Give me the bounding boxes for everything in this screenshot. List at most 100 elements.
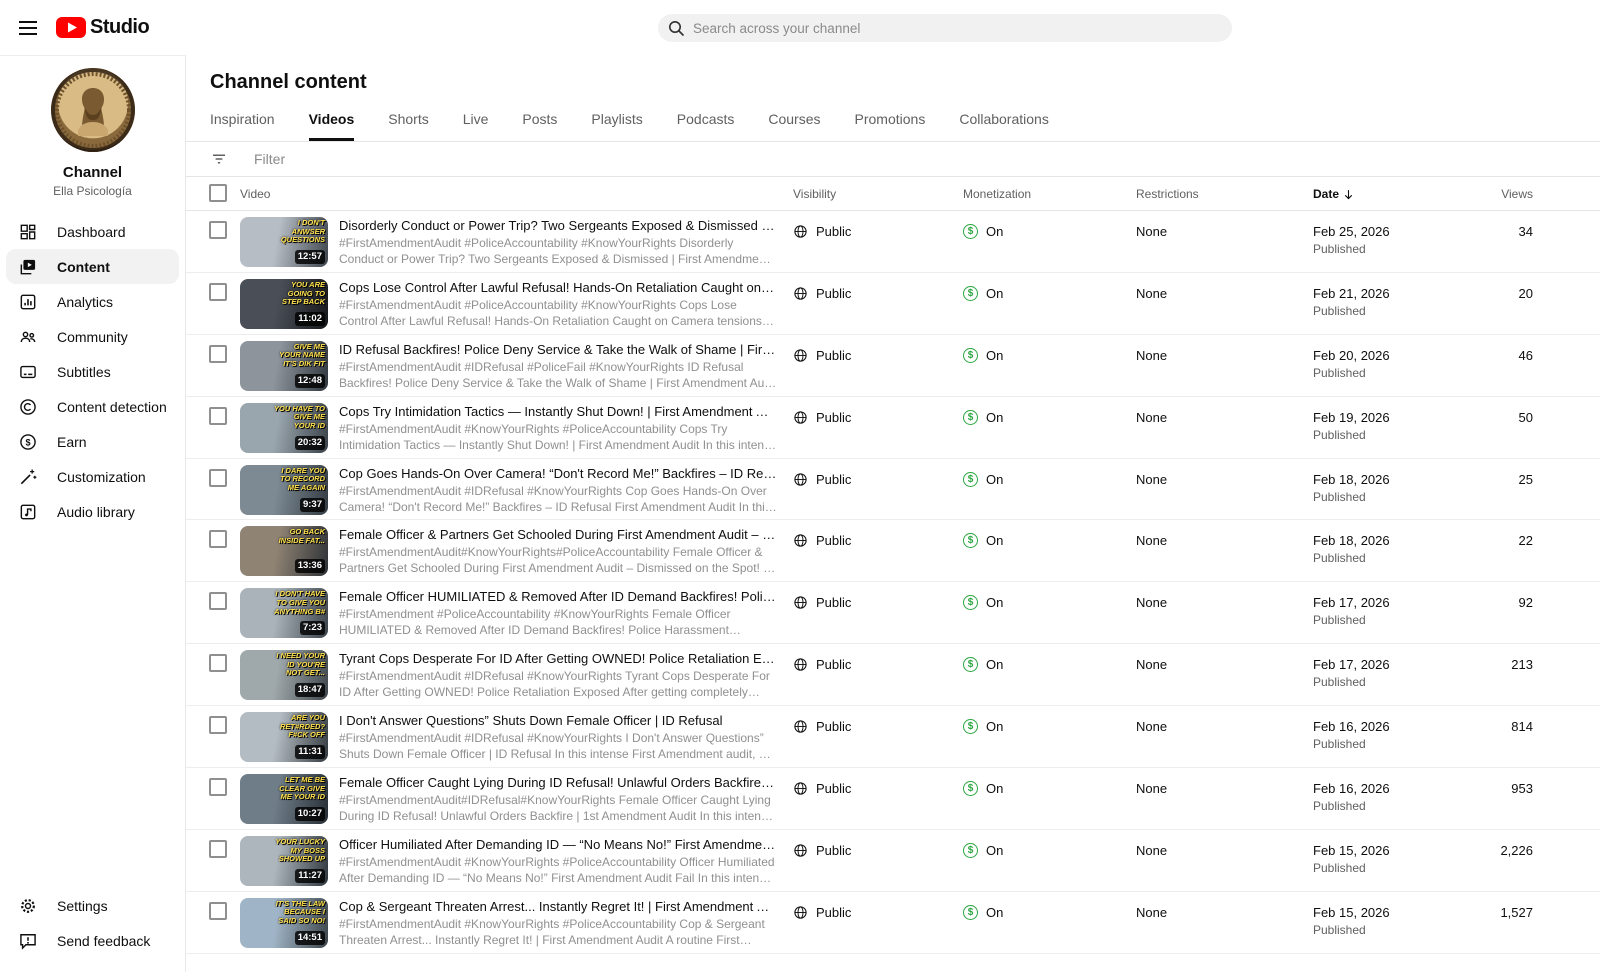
tab-shorts[interactable]: Shorts <box>388 111 428 141</box>
video-thumbnail[interactable]: YOU HAVE TO GIVE ME YOUR ID 20:32 <box>240 402 328 453</box>
video-row[interactable]: GIVE ME YOUR NAME IT'S DIK FIT 12:48 ID … <box>186 335 1600 397</box>
video-thumbnail[interactable]: ARE YOU RET#RDED? F#CK OFF 11:31 <box>240 712 328 763</box>
visibility-cell[interactable]: Public <box>793 224 963 239</box>
video-row[interactable]: I DON'T HAVE TO GIVE YOU ANYTHING B# 7:2… <box>186 582 1600 645</box>
visibility-cell[interactable]: Public <box>793 410 963 425</box>
video-thumbnail[interactable]: I DARE YOU TO RECORD ME AGAIN 9:37 <box>240 464 328 515</box>
monetization-cell[interactable]: $ On <box>963 409 1136 425</box>
monetization-cell[interactable]: $ On <box>963 781 1136 797</box>
row-checkbox[interactable] <box>209 839 227 858</box>
video-title[interactable]: Cop Goes Hands-On Over Camera! “Don't Re… <box>339 466 777 481</box>
video-row[interactable]: GO BACK INSIDE FAT... 13:36 Female Offic… <box>186 520 1600 583</box>
video-thumbnail[interactable]: YOU ARE GOING TO STEP BACK 11:02 <box>240 278 328 329</box>
row-checkbox[interactable] <box>209 530 227 549</box>
visibility-cell[interactable]: Public <box>793 781 963 796</box>
row-checkbox[interactable] <box>209 901 227 920</box>
tab-courses[interactable]: Courses <box>768 111 820 141</box>
row-checkbox[interactable] <box>209 654 227 673</box>
sidebar-item-content-detection[interactable]: Content detection <box>0 389 185 424</box>
row-checkbox[interactable] <box>209 468 227 487</box>
sidebar-item-subtitles[interactable]: Subtitles <box>0 354 185 389</box>
monetization-cell[interactable]: $ On <box>963 719 1136 735</box>
sidebar-item-dashboard[interactable]: Dashboard <box>0 214 185 249</box>
monetization-cell[interactable]: $ On <box>963 657 1136 673</box>
video-title[interactable]: Cops Try Intimidation Tactics — Instantl… <box>339 404 777 419</box>
video-title[interactable]: Female Officer Caught Lying During ID Re… <box>339 775 777 790</box>
sidebar-item-settings[interactable]: Settings <box>0 888 185 923</box>
video-thumbnail[interactable]: I DON'T ANWSER QUESTIONS 12:57 <box>240 217 328 267</box>
filter-bar[interactable]: Filter <box>186 142 1600 177</box>
video-title[interactable]: Female Officer & Partners Get Schooled D… <box>339 527 777 542</box>
tab-posts[interactable]: Posts <box>522 111 557 141</box>
sidebar-item-community[interactable]: Community <box>0 319 185 354</box>
video-row[interactable]: YOU HAVE TO GIVE ME YOUR ID 20:32 Cops T… <box>186 397 1600 459</box>
tab-videos[interactable]: Videos <box>308 111 354 141</box>
row-checkbox[interactable] <box>209 716 227 735</box>
monetization-cell[interactable]: $ On <box>963 904 1136 920</box>
monetization-cell[interactable]: $ On <box>963 533 1136 549</box>
tab-promotions[interactable]: Promotions <box>855 111 926 141</box>
select-all-checkbox[interactable] <box>209 184 227 202</box>
monetization-cell[interactable]: $ On <box>963 224 1136 239</box>
video-row[interactable]: IT'S THE LAW BECAUSE I SAID SO NO! 14:51… <box>186 892 1600 954</box>
youtube-studio-logo[interactable]: Studio <box>56 16 150 39</box>
video-row[interactable]: YOU ARE GOING TO STEP BACK 11:02 Cops Lo… <box>186 273 1600 335</box>
sidebar-item-analytics[interactable]: Analytics <box>0 284 185 319</box>
sidebar-item-audio-library[interactable]: Audio library <box>0 494 185 529</box>
video-title[interactable]: Disorderly Conduct or Power Trip? Two Se… <box>339 218 777 233</box>
visibility-cell[interactable]: Public <box>793 719 963 734</box>
video-title[interactable]: Female Officer HUMILIATED & Removed Afte… <box>339 589 777 604</box>
row-checkbox[interactable] <box>209 221 227 239</box>
video-title[interactable]: Officer Humiliated After Demanding ID — … <box>339 837 777 852</box>
video-row[interactable]: YOUR LUCKY MY BOSS SHOWED UP 11:27 Offic… <box>186 830 1600 892</box>
hamburger-menu-icon[interactable] <box>8 8 48 48</box>
video-title[interactable]: ID Refusal Backfires! Police Deny Servic… <box>339 342 777 357</box>
visibility-cell[interactable]: Public <box>793 905 963 920</box>
visibility-cell[interactable]: Public <box>793 595 963 610</box>
search-bar[interactable] <box>658 14 1232 42</box>
row-checkbox[interactable] <box>209 778 227 797</box>
visibility-cell[interactable]: Public <box>793 533 963 548</box>
video-thumbnail[interactable]: LET ME BE CLEAR GIVE ME YOUR ID 10:27 <box>240 774 328 825</box>
row-checkbox[interactable] <box>209 282 227 301</box>
monetization-cell[interactable]: $ On <box>963 595 1136 611</box>
row-checkbox[interactable] <box>209 344 227 363</box>
video-thumbnail[interactable]: GIVE ME YOUR NAME IT'S DIK FIT 12:48 <box>240 340 328 391</box>
video-thumbnail[interactable]: GO BACK INSIDE FAT... 13:36 <box>240 526 328 577</box>
sidebar-item-content[interactable]: Content <box>6 249 179 284</box>
header-video[interactable]: Video <box>240 177 339 201</box>
monetization-cell[interactable]: $ On <box>963 842 1136 858</box>
visibility-cell[interactable]: Public <box>793 472 963 487</box>
tab-podcasts[interactable]: Podcasts <box>677 111 735 141</box>
video-thumbnail[interactable]: I DON'T HAVE TO GIVE YOU ANYTHING B# 7:2… <box>240 588 328 639</box>
sidebar-item-customization[interactable]: Customization <box>0 459 185 494</box>
visibility-cell[interactable]: Public <box>793 657 963 672</box>
video-row[interactable]: I NEED YOUR ID YOU'RE NOT GET... 18:47 T… <box>186 644 1600 707</box>
video-row[interactable]: LET ME BE CLEAR GIVE ME YOUR ID 10:27 Fe… <box>186 768 1600 830</box>
channel-avatar[interactable] <box>50 68 135 152</box>
header-date[interactable]: Date <box>1313 177 1460 201</box>
monetization-cell[interactable]: $ On <box>963 347 1136 363</box>
visibility-cell[interactable]: Public <box>793 286 963 301</box>
row-checkbox[interactable] <box>209 592 227 611</box>
video-title[interactable]: I Don't Answer Questions” Shuts Down Fem… <box>339 713 777 728</box>
monetization-cell[interactable]: $ On <box>963 285 1136 301</box>
video-thumbnail[interactable]: IT'S THE LAW BECAUSE I SAID SO NO! 14:51 <box>240 897 328 948</box>
sidebar-item-send-feedback[interactable]: Send feedback <box>0 923 185 958</box>
visibility-cell[interactable]: Public <box>793 843 963 858</box>
header-visibility[interactable]: Visibility <box>793 177 963 201</box>
video-thumbnail[interactable]: I NEED YOUR ID YOU'RE NOT GET... 18:47 <box>240 650 328 701</box>
row-checkbox[interactable] <box>209 406 227 425</box>
video-title[interactable]: Cops Lose Control After Lawful Refusal! … <box>339 280 777 295</box>
visibility-cell[interactable]: Public <box>793 348 963 363</box>
sidebar-item-earn[interactable]: $ Earn <box>0 424 185 459</box>
tab-playlists[interactable]: Playlists <box>591 111 642 141</box>
tab-collaborations[interactable]: Collaborations <box>959 111 1049 141</box>
tab-live[interactable]: Live <box>463 111 489 141</box>
video-row[interactable]: I DARE YOU TO RECORD ME AGAIN 9:37 Cop G… <box>186 459 1600 521</box>
header-restrictions[interactable]: Restrictions <box>1136 177 1313 201</box>
monetization-cell[interactable]: $ On <box>963 471 1136 487</box>
video-title[interactable]: Cop & Sergeant Threaten Arrest... Instan… <box>339 899 777 914</box>
search-input[interactable] <box>693 20 1173 36</box>
video-thumbnail[interactable]: YOUR LUCKY MY BOSS SHOWED UP 11:27 <box>240 835 328 886</box>
